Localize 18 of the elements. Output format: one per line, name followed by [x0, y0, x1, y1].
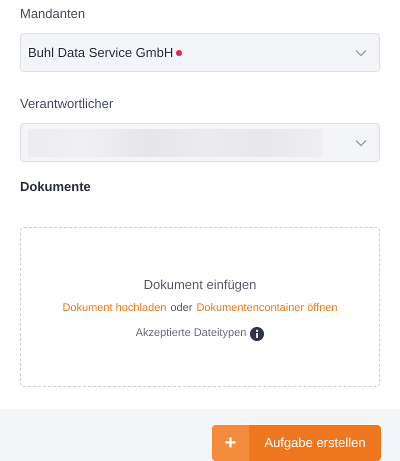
section-label: Dokumente — [20, 178, 92, 196]
container-link[interactable]: Dokumentencontainer öffnen — [196, 300, 338, 316]
select-field[interactable] — [20, 123, 380, 162]
dropzone[interactable]: Dokument einfügen Dokument hochladen oder Dokumentencontainer öffnen Akzeptierte Dateitypen — [20, 226, 380, 386]
field-label: Mandanten — [20, 5, 86, 22]
select-value: Buhl Data Service GmbH — [28, 44, 174, 62]
chevron-down-icon — [355, 48, 367, 56]
field-label: Verantwortlicher — [20, 95, 114, 112]
button-label: Aufgabe erstellen — [263, 434, 367, 452]
chevron-down-icon — [355, 138, 367, 146]
upload-link[interactable]: Dokument hochladen — [62, 300, 166, 316]
dropzone-title: Dokument einfügen — [144, 276, 256, 294]
create-task-button[interactable]: + Aufgabe erstellen — [212, 424, 381, 460]
select-field[interactable]: Buhl Data Service GmbH — [20, 33, 380, 72]
plus-icon: + — [212, 424, 249, 460]
accepted-types-text: Akzeptierte Dateitypen — [136, 326, 246, 342]
connector-text: oder — [170, 300, 192, 316]
info-icon[interactable] — [250, 326, 264, 340]
